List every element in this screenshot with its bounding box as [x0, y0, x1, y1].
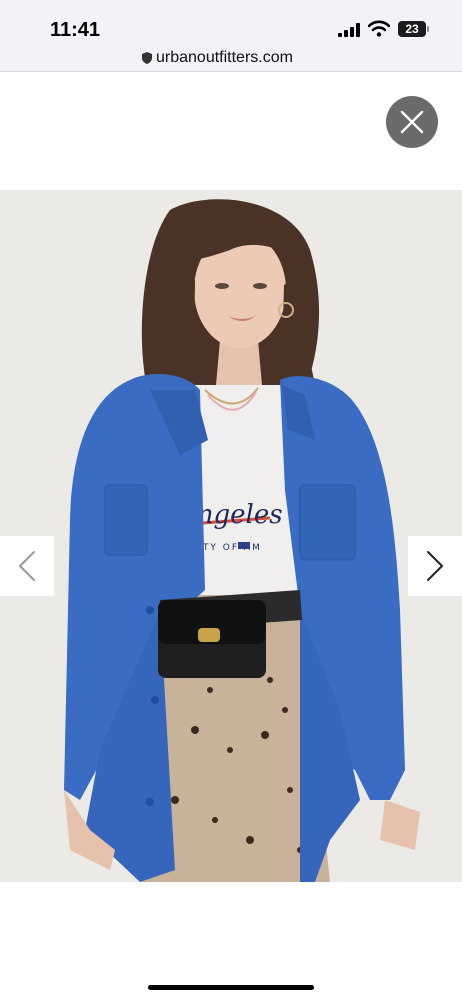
chevron-right-icon — [427, 551, 443, 581]
url-text: urbanoutfitters.com — [156, 49, 293, 66]
home-indicator[interactable] — [148, 985, 314, 990]
status-time: 11:41 — [50, 19, 101, 41]
cellular-signal-icon — [338, 23, 360, 37]
battery-icon: 23 — [398, 21, 430, 37]
battery-level: 23 — [405, 22, 419, 36]
chevron-left-icon — [19, 551, 35, 581]
lock-icon — [142, 52, 152, 64]
status-bar: 11:41 23 — [0, 0, 462, 44]
next-image-button[interactable] — [408, 536, 462, 596]
product-image: Angeles CITY OF AM — [0, 190, 462, 882]
close-icon — [400, 110, 424, 134]
browser-url-bar[interactable]: urbanoutfitters.com — [0, 44, 462, 72]
product-photo-illustration: Angeles CITY OF AM — [0, 190, 462, 882]
close-button[interactable] — [386, 96, 438, 148]
wifi-icon — [368, 20, 390, 37]
previous-image-button[interactable] — [0, 536, 54, 596]
